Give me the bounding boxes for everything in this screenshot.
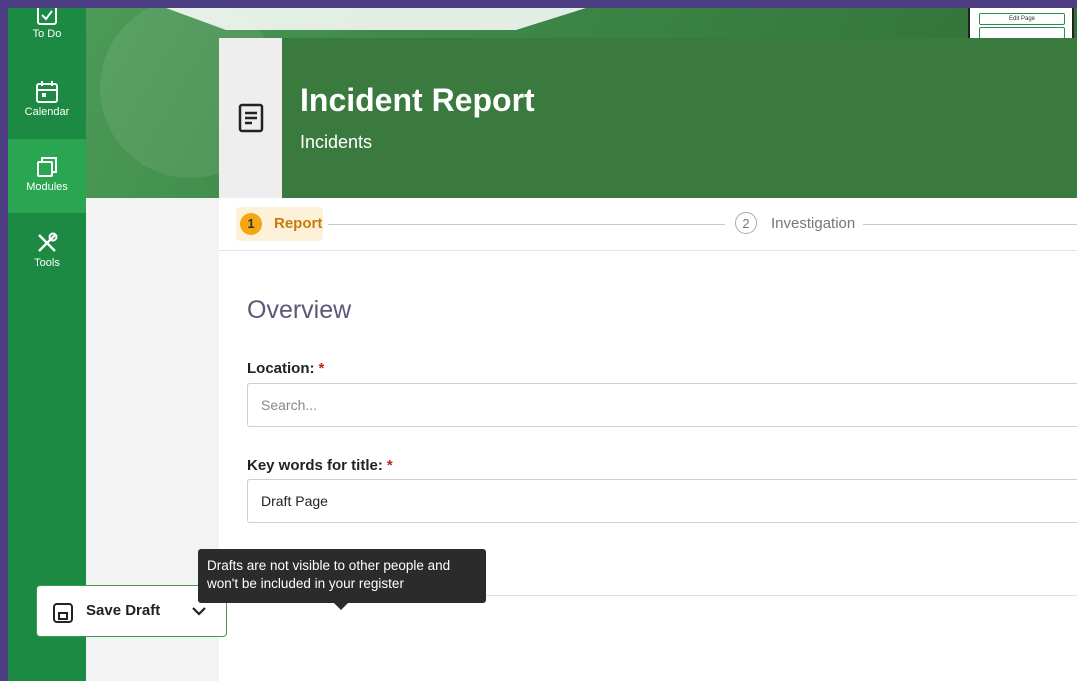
tooltip-line: Drafts are not visible to other people a… [207, 558, 451, 573]
sidebar-item-label: Tools [34, 257, 60, 269]
required-marker: * [318, 360, 325, 377]
required-marker: * [386, 457, 393, 474]
tooltip-arrow [334, 603, 348, 610]
page-title: Incident Report [300, 82, 535, 118]
chevron-down-icon [192, 607, 206, 616]
modules-icon [37, 157, 57, 177]
title-keywords-label: Key words for title: * [247, 457, 393, 474]
save-draft-tooltip: Drafts are not visible to other people a… [198, 549, 486, 610]
sidebar-item-tools[interactable]: Tools [8, 227, 86, 283]
location-search-input[interactable]: Search... [247, 383, 1077, 427]
save-icon [53, 603, 73, 623]
step-report[interactable]: 1 Report [236, 207, 323, 241]
sidebar-item-calendar[interactable]: Calendar [8, 76, 86, 132]
save-draft-button[interactable]: Save Draft [36, 585, 174, 637]
step-connector [863, 224, 1077, 225]
sidebar: To Do Calendar Modules Tools [8, 8, 86, 681]
step-connector [328, 224, 725, 225]
tools-icon [38, 232, 58, 252]
sidebar-item-modules[interactable]: Modules [8, 139, 86, 213]
tooltip-line: won't be included in your register [207, 576, 404, 591]
card-icon-box [219, 38, 282, 198]
section-title: Overview [247, 296, 352, 324]
step-number: 1 [240, 213, 262, 235]
location-label-text: Location: [247, 360, 315, 377]
sidebar-item-label: To Do [32, 28, 62, 40]
thumbnail-edit-button[interactable]: Edit Page [979, 13, 1065, 25]
document-icon [238, 103, 264, 133]
save-draft-label: Save Draft [86, 602, 161, 619]
sidebar-item-todo[interactable]: To Do [8, 8, 86, 52]
app-window: Edit Page To Do Calendar Modules Tools I… [8, 8, 1077, 681]
step-label: Report [274, 215, 323, 232]
checkbox-icon [37, 8, 57, 25]
step-investigation-label[interactable]: Investigation [771, 215, 855, 232]
page-subtitle: Incidents [300, 132, 373, 152]
sidebar-item-label: Calendar [24, 106, 70, 118]
sidebar-item-label: Modules [26, 181, 68, 193]
title-keywords-input[interactable]: Draft Page [247, 479, 1077, 523]
location-label: Location: * [247, 360, 324, 377]
step-investigation-number[interactable]: 2 [735, 212, 757, 234]
progress-stepper: 1 Report 2 Investigation [219, 198, 1077, 251]
card-header: Incident Report Incidents [219, 38, 1077, 198]
title-keywords-label-text: Key words for title: [247, 457, 383, 474]
calendar-icon [36, 81, 58, 103]
